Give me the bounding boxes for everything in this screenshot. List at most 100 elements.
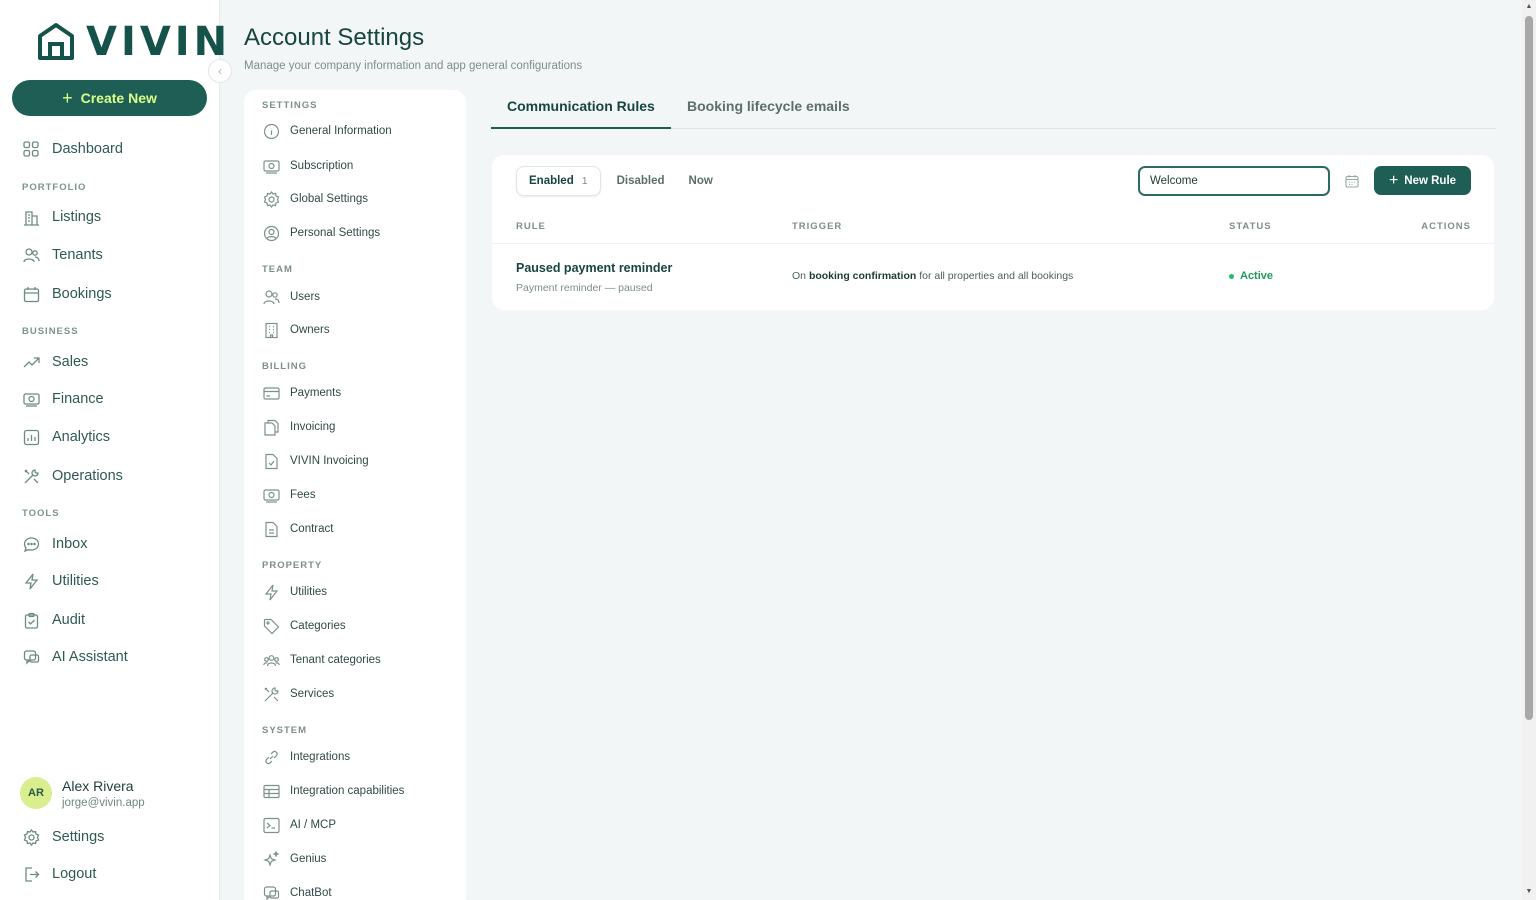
collapse-sidebar-button[interactable]: ‹ — [208, 59, 232, 83]
logout-icon — [22, 865, 40, 883]
table-icon — [262, 782, 281, 801]
create-new-button[interactable]: + Create New — [12, 80, 207, 116]
rules-card: Enabled 1 Disabled Now + New Rule RULE T… — [492, 155, 1494, 310]
sidebar-item-settings[interactable]: Settings — [22, 826, 104, 848]
tab-communication-rules[interactable]: Communication Rules — [491, 98, 671, 129]
sparkles-icon — [262, 850, 281, 869]
tab-label: Communication Rules — [507, 98, 655, 114]
settings-item-label: Integrations — [290, 751, 351, 763]
trend-icon — [22, 353, 40, 371]
sidebar-item-tenants[interactable]: Tenants — [22, 244, 103, 266]
settings-item-services[interactable]: Services — [262, 684, 334, 704]
filter-count: 1 — [581, 175, 588, 187]
sidebar-item-label: Tenants — [52, 247, 103, 263]
settings-item-label: Tenant categories — [290, 654, 381, 666]
settings-item-vivin-invoicing[interactable]: VIVIN Invoicing — [262, 451, 369, 471]
scroll-up-icon[interactable]: ▲ — [1525, 3, 1533, 11]
sidebar-item-logout[interactable]: Logout — [22, 863, 96, 885]
section-portfolio: PORTFOLIO — [22, 182, 87, 193]
rule-title[interactable]: Paused payment reminder — [516, 261, 672, 275]
settings-item-invoicing[interactable]: Invoicing — [262, 417, 335, 437]
sidebar-item-ai-assistant[interactable]: AI Assistant — [22, 646, 128, 668]
settings-item-owners[interactable]: Owners — [262, 320, 330, 340]
settings-item-genius[interactable]: Genius — [262, 849, 326, 869]
settings-item-label: ChatBot — [290, 887, 332, 899]
settings-item-integration-capabilities[interactable]: Integration capabilities — [262, 781, 404, 801]
status-label: Active — [1240, 270, 1274, 282]
column-header-trigger: TRIGGER — [792, 221, 843, 232]
filter-now[interactable]: Now — [677, 166, 725, 196]
settings-item-fees[interactable]: Fees — [262, 485, 316, 505]
user-profile[interactable]: AR Alex Rivera jorge@vivin.app — [20, 777, 145, 809]
sidebar-item-label: Bookings — [52, 286, 112, 302]
sidebar-item-dashboard[interactable]: Dashboard — [22, 138, 123, 160]
document-icon — [262, 520, 281, 539]
settings-item-subscription[interactable]: Subscription — [262, 156, 353, 176]
money-icon — [22, 390, 40, 408]
settings-item-label: Categories — [290, 620, 346, 632]
tools-icon — [262, 685, 281, 704]
column-header-rule: RULE — [516, 221, 546, 232]
settings-item-personal-settings[interactable]: Personal Settings — [262, 223, 380, 243]
sidebar-item-operations[interactable]: Operations — [22, 465, 123, 487]
trigger-prefix: On — [792, 270, 807, 282]
tenants-icon — [22, 246, 40, 264]
sidebar-item-bookings[interactable]: Bookings — [22, 283, 112, 305]
section-settings: SETTINGS — [262, 100, 318, 111]
column-header-actions: ACTIONS — [1421, 221, 1471, 232]
clipboard-icon — [22, 611, 40, 629]
logo[interactable]: VIVIN — [36, 19, 231, 65]
sidebar-item-analytics[interactable]: Analytics — [22, 426, 110, 448]
scroll-thumb[interactable] — [1525, 16, 1533, 720]
new-rule-button[interactable]: + New Rule — [1374, 166, 1471, 195]
filter-disabled[interactable]: Disabled — [605, 166, 677, 196]
settings-item-payments[interactable]: Payments — [262, 383, 341, 403]
sidebar-item-label: Settings — [52, 829, 105, 845]
settings-item-chatbot[interactable]: ChatBot — [262, 883, 332, 900]
section-business: BUSINESS — [22, 326, 79, 337]
sidebar-item-label: Operations — [52, 468, 123, 484]
settings-item-contract[interactable]: Contract — [262, 519, 333, 539]
settings-item-label: Owners — [290, 324, 330, 336]
search-input[interactable] — [1138, 166, 1330, 196]
tab-bar: Communication Rules Booking lifecycle em… — [491, 90, 1496, 129]
ai-chat-icon — [22, 648, 40, 666]
settings-item-ai-mcp[interactable]: AI / MCP — [262, 815, 336, 835]
chart-icon — [22, 428, 40, 446]
create-new-label: Create New — [80, 90, 157, 106]
settings-item-tenant-categories[interactable]: Tenant categories — [262, 650, 381, 670]
sidebar-item-finance[interactable]: Finance — [22, 388, 104, 410]
settings-item-label: Payments — [290, 387, 342, 399]
sidebar-item-inbox[interactable]: Inbox — [22, 533, 87, 555]
new-rule-label: New Rule — [1404, 174, 1457, 187]
section-tools: TOOLS — [22, 508, 60, 519]
link-icon — [262, 748, 281, 767]
settings-item-global-settings[interactable]: Global Settings — [262, 189, 368, 209]
status-dot-icon — [1229, 273, 1234, 279]
sidebar-item-label: Finance — [52, 391, 104, 407]
sidebar-item-listings[interactable]: Listings — [22, 206, 101, 228]
trigger-event: booking confirmation — [808, 270, 917, 282]
sidebar-item-utilities[interactable]: Utilities — [22, 570, 99, 592]
settings-item-utilities[interactable]: Utilities — [262, 582, 327, 602]
settings-item-categories[interactable]: Categories — [262, 616, 346, 636]
document-check-icon — [262, 452, 281, 471]
sidebar-item-audit[interactable]: Audit — [22, 609, 85, 631]
settings-item-label: VIVIN Invoicing — [290, 455, 369, 467]
tab-booking-lifecycle-emails[interactable]: Booking lifecycle emails — [687, 98, 850, 129]
credit-card-icon — [262, 384, 281, 403]
calendar-icon[interactable] — [1342, 171, 1362, 191]
scroll-down-icon[interactable]: ▼ — [1525, 888, 1533, 896]
dashboard-icon — [22, 140, 40, 158]
settings-item-general-information[interactable]: General Information — [262, 121, 392, 141]
filter-enabled[interactable]: Enabled 1 — [516, 166, 601, 196]
settings-item-integrations[interactable]: Integrations — [262, 747, 350, 767]
page-scrollbar[interactable]: ▲ ▼ — [1522, 0, 1536, 900]
listings-icon — [22, 208, 40, 226]
calendar-icon — [22, 285, 40, 303]
page-title: Account Settings — [244, 24, 425, 51]
sidebar-item-sales[interactable]: Sales — [22, 351, 88, 373]
sidebar-item-label: Dashboard — [52, 141, 123, 157]
filter-label: Enabled — [529, 175, 574, 187]
settings-item-users[interactable]: Users — [262, 287, 320, 307]
